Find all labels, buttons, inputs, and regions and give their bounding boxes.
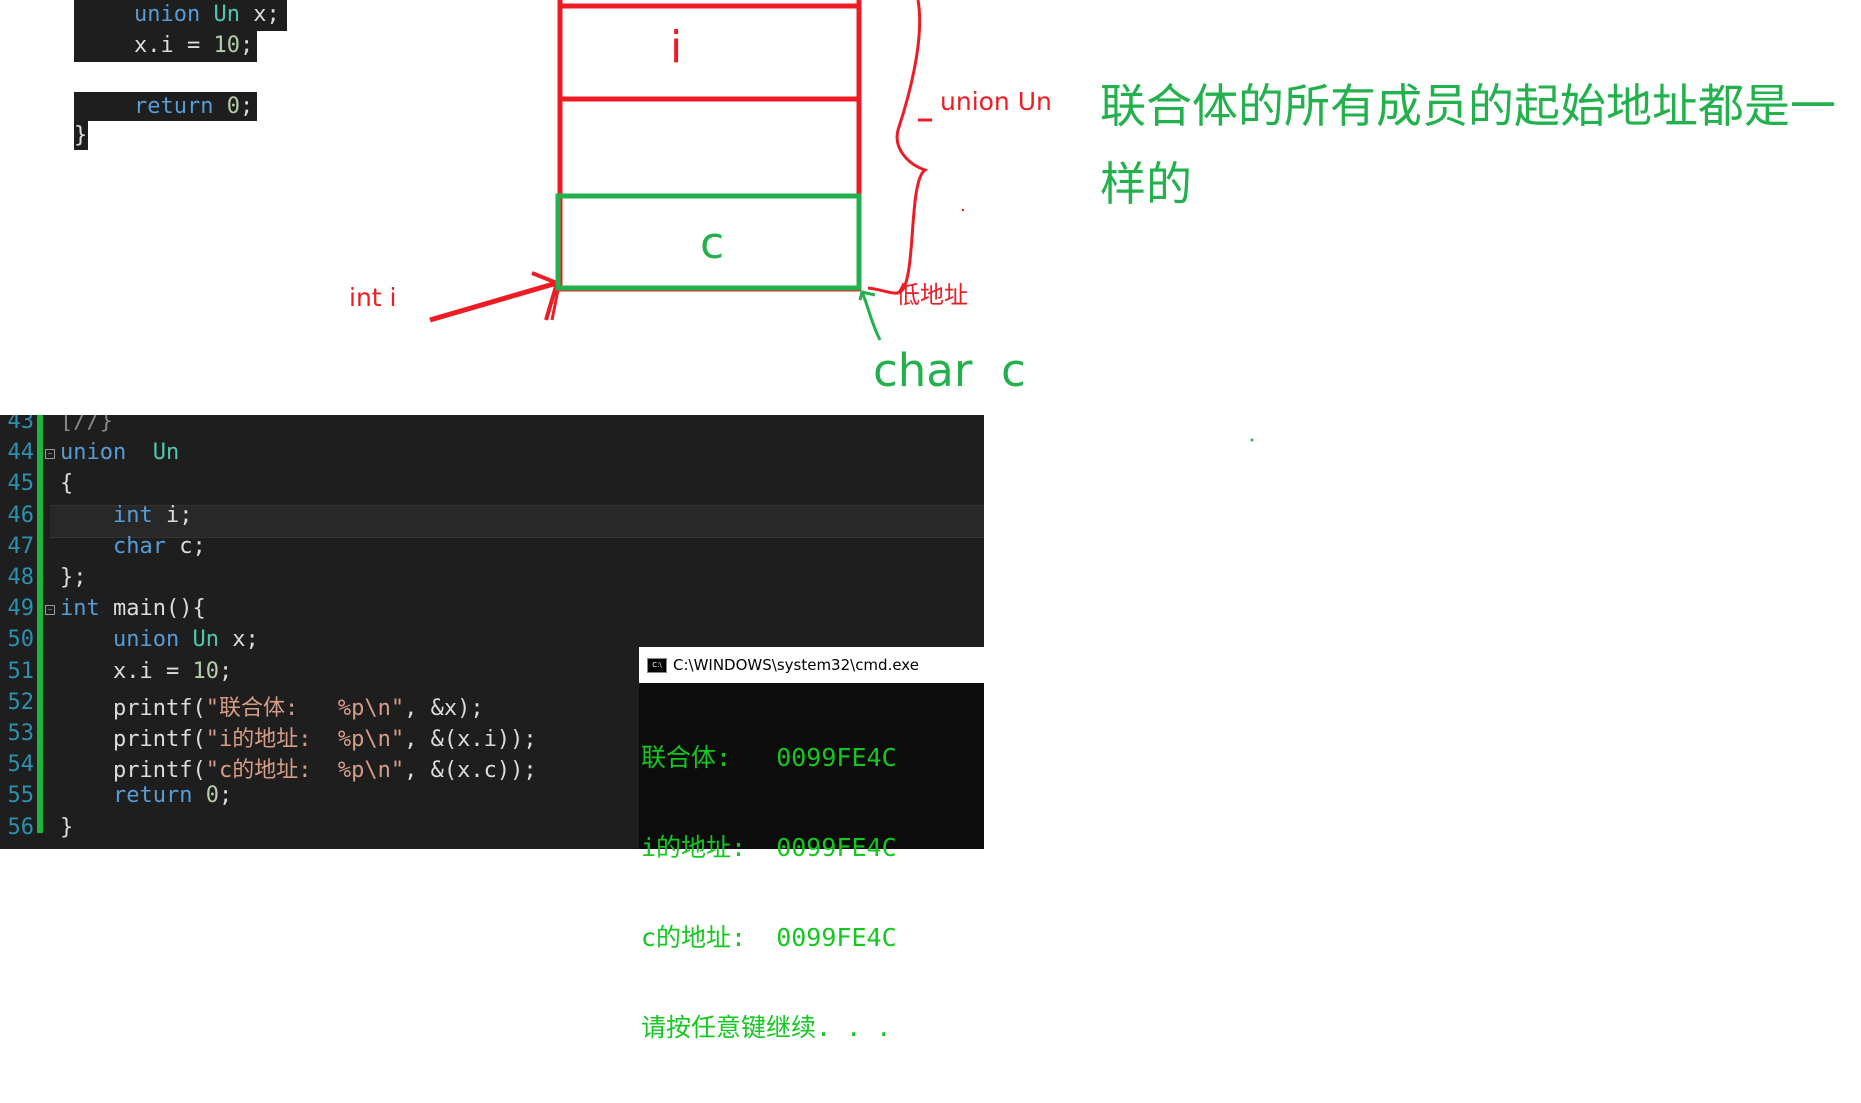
code-line: }	[60, 815, 73, 840]
line-number: 45	[7, 471, 35, 497]
int-arrow	[429, 280, 558, 323]
code-token: "i的地址: %p\n"	[205, 727, 405, 752]
code-token: 0	[205, 783, 219, 809]
line-number: 44	[7, 440, 35, 466]
char-arrow	[860, 291, 882, 341]
line-number: 53	[7, 721, 35, 746]
code-token: printf(	[60, 695, 206, 721]
code-token: i;	[152, 502, 193, 528]
line-number: 51	[7, 658, 35, 684]
code-line: return 0;	[60, 783, 232, 808]
union-brace	[867, 0, 929, 295]
code-token: printf(	[60, 727, 206, 752]
code-token: Un	[152, 440, 180, 466]
change-indicator-bar	[37, 415, 43, 833]
int-i-label: int i	[349, 283, 397, 312]
code-line: printf("i的地址: %p\n", &(x.i));	[60, 721, 537, 753]
code-token: printf(	[60, 758, 206, 784]
console-line: 请按任意键继续. . .	[641, 1013, 892, 1042]
line-number: 52	[7, 689, 35, 715]
code-token: ;	[218, 783, 233, 809]
console-title: C:\WINDOWS\system32\cmd.exe	[673, 656, 919, 674]
box-i-label: i	[670, 22, 683, 73]
code-line: char c;	[60, 534, 206, 559]
line-number: 50	[7, 627, 35, 653]
console-line: 联合体: 0099FE4C	[641, 743, 897, 772]
code-line: union Un	[60, 440, 179, 465]
code-token: "联合体: %p\n"	[205, 695, 405, 721]
code-token: };	[60, 565, 87, 590]
code-line: printf("联合体: %p\n", &x);	[60, 690, 484, 722]
char-c-label: char c	[873, 344, 1026, 397]
line-number: 47	[7, 533, 35, 559]
line-number: 46	[7, 502, 35, 528]
line-number: 55	[7, 783, 35, 809]
code-line: [//}	[60, 415, 113, 434]
code-token: {	[60, 471, 74, 497]
box-c-label: c	[700, 218, 725, 269]
note-line-1: 联合体的所有成员的起始地址都是一	[1100, 79, 1836, 133]
line-number: 49	[7, 596, 35, 622]
line-number: 43	[7, 415, 35, 434]
code-token: union	[112, 627, 180, 653]
fold-toggle-icon[interactable]: −	[45, 449, 55, 460]
code-line: };	[60, 565, 87, 590]
code-token: , &(x.i));	[404, 727, 537, 752]
code-token: return	[112, 783, 193, 809]
line-number: 54	[7, 752, 35, 778]
code-line: int i;	[60, 502, 193, 528]
code-line: x.i = 10;	[60, 659, 232, 684]
code-token: "c的地址: %p\n"	[205, 758, 405, 784]
code-token: int	[112, 502, 153, 528]
union-un-label: union Un	[940, 87, 1052, 116]
code-token: , &x);	[404, 695, 484, 721]
code-token: }	[60, 814, 74, 840]
fold-toggle-icon[interactable]: −	[45, 605, 55, 616]
note-line-2: 样的	[1100, 157, 1192, 211]
low-address-label: 低地址	[896, 281, 968, 309]
code-token: x.i =	[60, 658, 193, 684]
code-token: , &(x.c));	[404, 758, 537, 784]
code-line: printf("c的地址: %p\n", &(x.c));	[60, 752, 537, 784]
code-line: int main(){	[60, 596, 206, 621]
code-line: {	[60, 471, 73, 496]
code-token: union	[60, 440, 127, 466]
line-number: 56	[7, 814, 35, 840]
code-token: main(){	[99, 596, 206, 622]
console-line: i的地址: 0099FE4C	[641, 833, 897, 862]
code-line: union Un x;	[60, 627, 259, 652]
line-number: 48	[7, 565, 35, 590]
code-token: char	[112, 533, 166, 559]
console-line: c的地址: 0099FE4C	[641, 923, 897, 952]
code-token: c;	[165, 533, 206, 559]
code-token: Un	[192, 627, 219, 653]
console-title-bar[interactable]: C:\ C:\WINDOWS\system32\cmd.exe	[639, 647, 984, 683]
code-token: ;	[218, 658, 233, 684]
cmd-icon: C:\	[647, 657, 667, 673]
console-window[interactable]: C:\ C:\WINDOWS\system32\cmd.exe 联合体: 0099…	[639, 647, 984, 1042]
code-token: x;	[218, 627, 259, 653]
code-token: int	[60, 596, 100, 622]
console-output: 联合体: 0099FE4C i的地址: 0099FE4C c的地址: 0099F…	[639, 683, 984, 1103]
code-token: 10	[192, 658, 219, 684]
